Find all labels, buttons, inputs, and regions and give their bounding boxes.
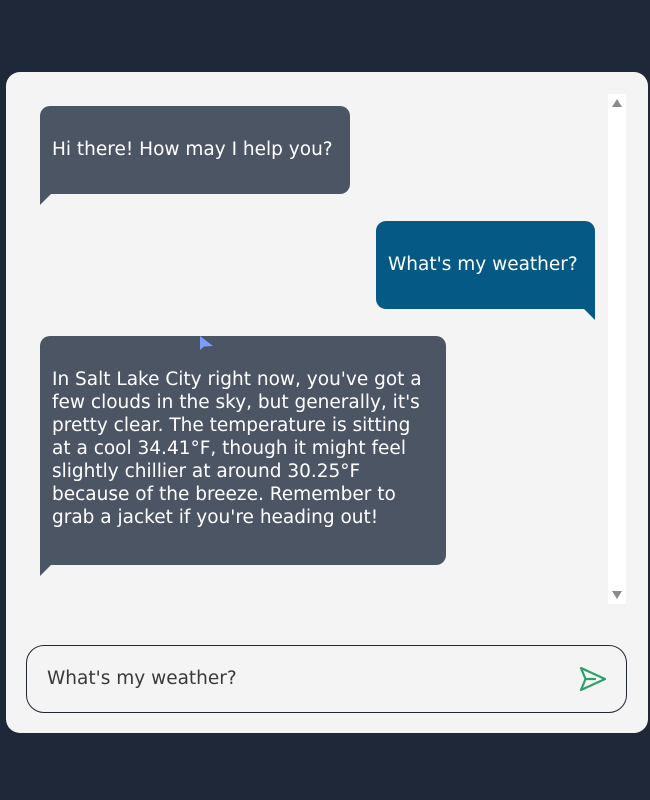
bubble-tail (40, 194, 51, 205)
message-input-bar[interactable]: What's my weather? (26, 645, 627, 713)
message-input[interactable]: What's my weather? (47, 646, 237, 711)
bubble-tail (40, 565, 51, 576)
user-message: What's my weather? (376, 221, 595, 320)
message-text: What's my weather? (388, 254, 578, 275)
message-scrollbar[interactable] (608, 94, 626, 604)
assistant-message: Hi there! How may I help you? (40, 106, 350, 205)
assistant-message: In Salt Lake City right now, you've got … (40, 336, 446, 576)
mouse-pointer-icon (200, 336, 213, 350)
triangle-up-icon[interactable] (611, 98, 623, 108)
message-list[interactable]: Hi there! How may I help you? What's my … (6, 72, 606, 612)
triangle-down-icon[interactable] (611, 590, 623, 600)
bubble-tail (584, 309, 595, 320)
message-text: Hi there! How may I help you? (52, 139, 333, 160)
message-text: In Salt Lake City right now, you've got … (52, 369, 422, 528)
chat-window: Hi there! How may I help you? What's my … (6, 72, 648, 733)
send-icon[interactable] (578, 665, 608, 693)
